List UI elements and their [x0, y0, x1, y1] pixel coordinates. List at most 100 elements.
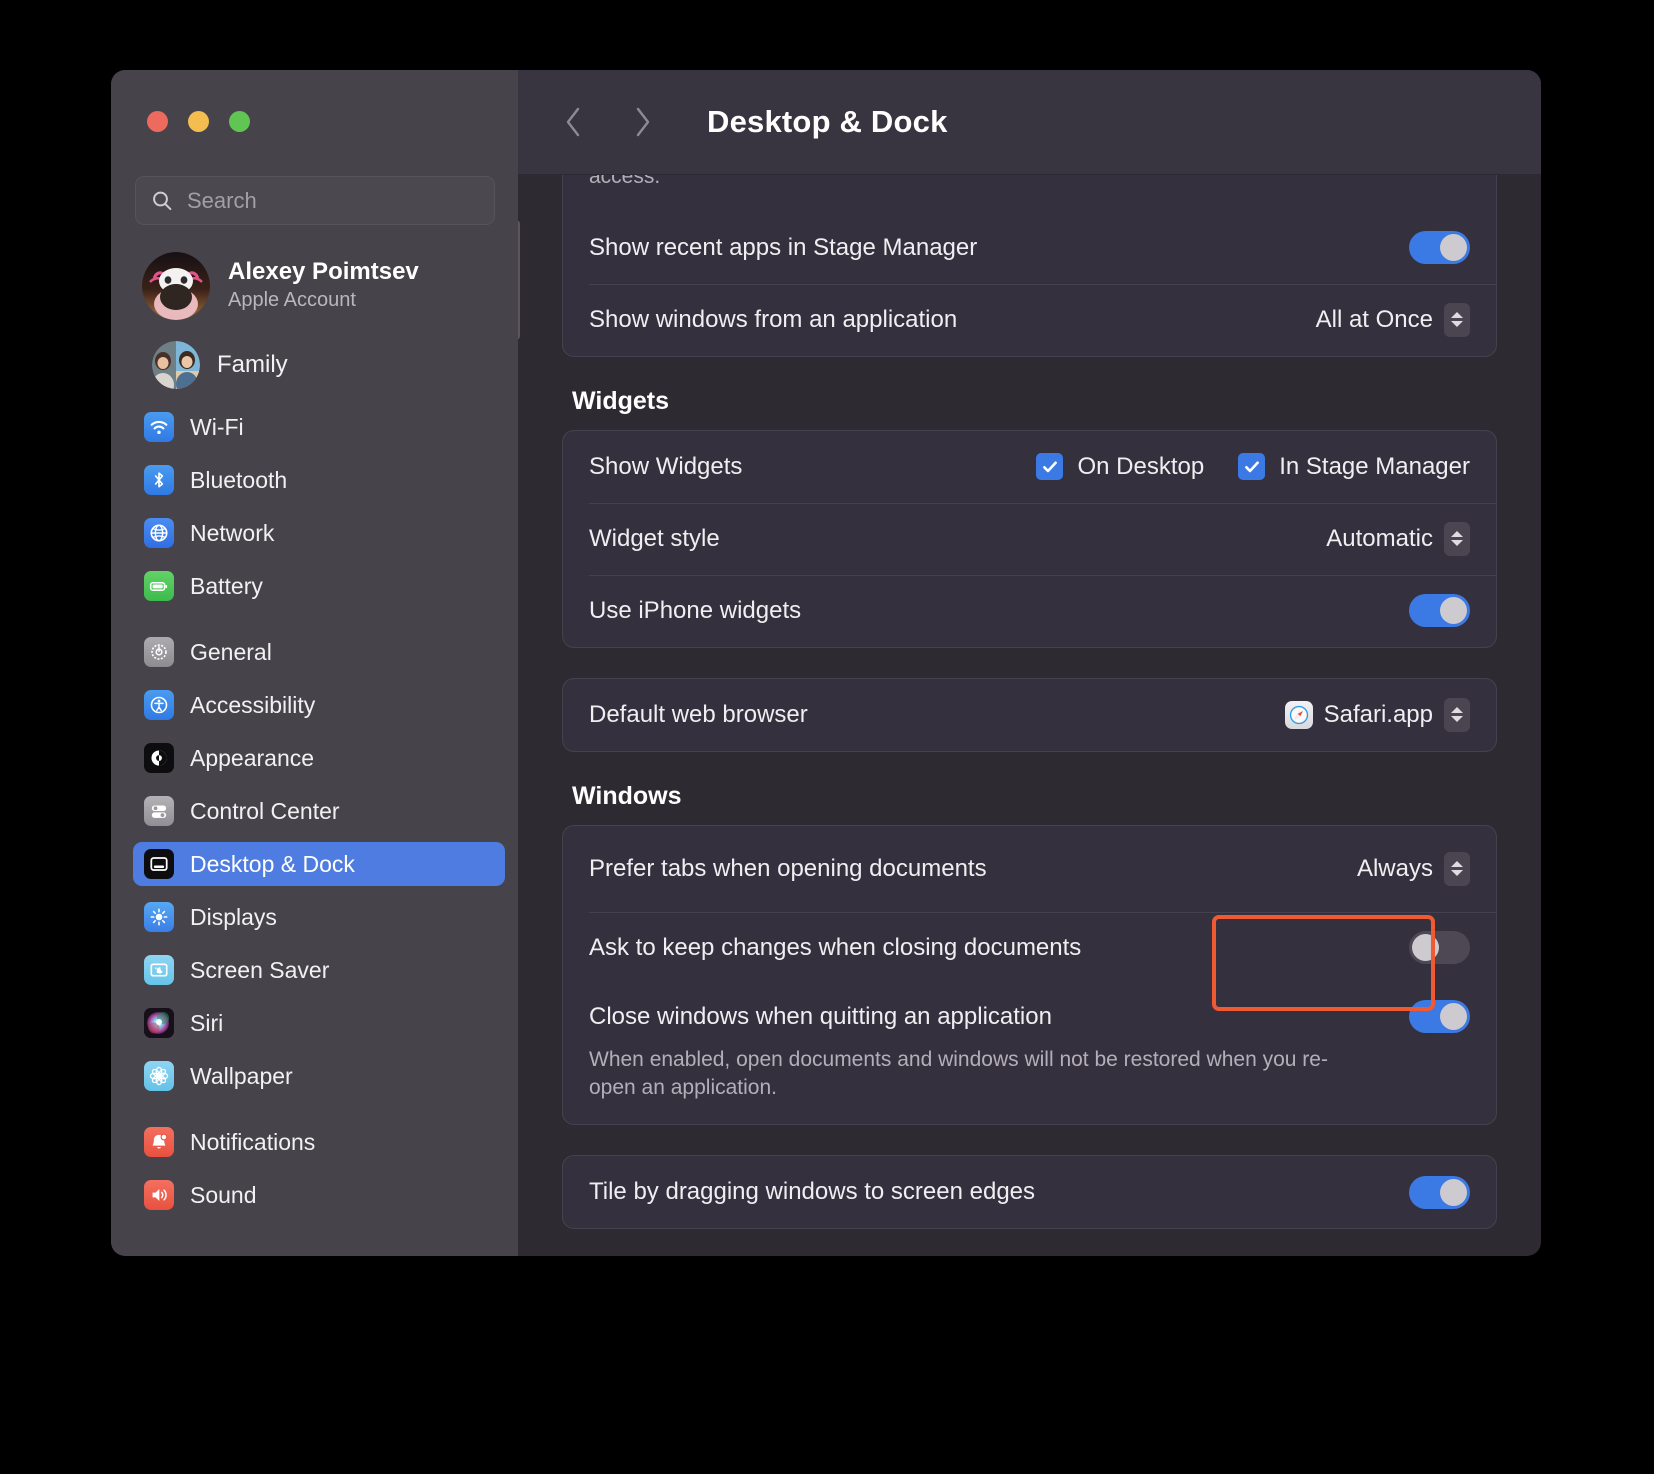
widget-style-popup[interactable]: Automatic — [1326, 522, 1470, 556]
row-close-windows-block: Close windows when quitting an applicati… — [563, 984, 1496, 1125]
toggle-knob — [1440, 597, 1467, 624]
sidebar-item-notifications[interactable]: Notifications — [133, 1120, 505, 1164]
tile-by-dragging-toggle[interactable] — [1409, 1176, 1470, 1209]
show-recent-apps-toggle[interactable] — [1409, 231, 1470, 264]
settings-scroll-content: Stage Manager arranges your recent windo… — [518, 70, 1541, 1256]
back-button[interactable] — [554, 97, 594, 147]
row-show-widgets[interactable]: Show Widgets On Desktop — [563, 431, 1496, 503]
screen-saver-icon — [144, 955, 174, 985]
checkbox-label: In Stage Manager — [1279, 453, 1470, 481]
zoom-button[interactable] — [229, 111, 250, 132]
row-ask-keep-changes[interactable]: Ask to keep changes when closing documen… — [563, 912, 1496, 984]
use-iphone-widgets-toggle[interactable] — [1409, 594, 1470, 627]
scroll-area[interactable]: Stage Manager arranges your recent windo… — [518, 118, 1541, 1200]
row-label: Tile by dragging windows to screen edges — [589, 1178, 1409, 1206]
sidebar-item-label: Accessibility — [190, 692, 315, 719]
close-windows-description: When enabled, open documents and windows… — [563, 1046, 1496, 1125]
row-close-windows-quitting[interactable]: Close windows when quitting an applicati… — [563, 988, 1496, 1046]
chevron-updown-icon[interactable] — [1444, 303, 1470, 337]
checkbox-label: On Desktop — [1077, 453, 1204, 481]
row-show-recent-apps[interactable]: Show recent apps in Stage Manager — [563, 212, 1496, 284]
brightness-icon — [144, 902, 174, 932]
sidebar-item-wi-fi[interactable]: Wi-Fi — [133, 405, 505, 449]
battery-icon — [144, 571, 174, 601]
apple-account-row[interactable]: Alexey Poimtsev Apple Account — [133, 247, 503, 325]
sidebar-item-label: Desktop & Dock — [190, 851, 355, 878]
row-use-iphone-widgets[interactable]: Use iPhone widgets — [563, 575, 1496, 647]
sidebar-item-label: Notifications — [190, 1129, 315, 1156]
accessibility-icon — [144, 690, 174, 720]
chevron-updown-icon[interactable] — [1444, 852, 1470, 886]
row-label: Widget style — [589, 525, 1326, 553]
show-widgets-in-stage-manager-check[interactable]: In Stage Manager — [1238, 453, 1470, 481]
search-field[interactable] — [135, 176, 495, 225]
sidebar-item-label: Wi-Fi — [190, 414, 244, 441]
show-widgets-on-desktop-check[interactable]: On Desktop — [1036, 453, 1204, 481]
desktop-dock-icon — [144, 849, 174, 879]
row-label: Close windows when quitting an applicati… — [589, 1003, 1409, 1031]
row-widget-style[interactable]: Widget style Automatic — [563, 503, 1496, 575]
popup-value: All at Once — [1316, 306, 1433, 334]
sidebar-item-siri[interactable]: Siri — [133, 1001, 505, 1045]
account-name: Alexey Poimtsev — [228, 258, 419, 286]
sidebar-item-general[interactable]: General — [133, 630, 505, 674]
wallpaper-icon — [144, 1061, 174, 1091]
chevron-updown-icon[interactable] — [1444, 698, 1470, 732]
search-icon — [150, 189, 174, 213]
row-show-windows-from-application[interactable]: Show windows from an application All at … — [563, 284, 1496, 356]
sidebar-item-label: Displays — [190, 904, 277, 931]
row-label: Show Widgets — [589, 453, 1002, 481]
sidebar-item-battery[interactable]: Battery — [133, 564, 505, 608]
sidebar-item-accessibility[interactable]: Accessibility — [133, 683, 505, 727]
sidebar-item-control-center[interactable]: Control Center — [133, 789, 505, 833]
row-label: Default web browser — [589, 701, 1285, 729]
sidebar-item-displays[interactable]: Displays — [133, 895, 505, 939]
tiling-card: Tile by dragging windows to screen edges — [562, 1155, 1497, 1229]
sidebar-item-screen-saver[interactable]: Screen Saver — [133, 948, 505, 992]
page-title: Desktop & Dock — [707, 104, 948, 140]
popup-value: Safari.app — [1324, 701, 1433, 729]
show-windows-popup[interactable]: All at Once — [1316, 303, 1470, 337]
row-label: Show windows from an application — [589, 306, 1316, 334]
appearance-icon — [144, 743, 174, 773]
sidebar-item-sound[interactable]: Sound — [133, 1173, 505, 1217]
sidebar-item-label: Wallpaper — [190, 1063, 293, 1090]
widgets-card: Show Widgets On Desktop — [562, 430, 1497, 648]
toggle-knob — [1440, 1003, 1467, 1030]
sidebar-item-bluetooth[interactable]: Bluetooth — [133, 458, 505, 502]
safari-icon — [1285, 701, 1313, 729]
nav-group-system: General Accessibility — [133, 630, 505, 1098]
checkbox-checked-icon[interactable] — [1036, 453, 1063, 480]
section-title-windows: Windows — [572, 782, 1497, 811]
sidebar-item-label: Siri — [190, 1010, 223, 1037]
bluetooth-icon — [144, 465, 174, 495]
family-row[interactable]: Family — [133, 338, 503, 392]
wifi-icon — [144, 412, 174, 442]
sidebar-item-label: Network — [190, 520, 274, 547]
sidebar-item-appearance[interactable]: Appearance — [133, 736, 505, 780]
sidebar-item-wallpaper[interactable]: Wallpaper — [133, 1054, 505, 1098]
chevron-updown-icon[interactable] — [1444, 522, 1470, 556]
sidebar: Alexey Poimtsev Apple Account — [111, 70, 518, 1256]
settings-nav-list: Wi-Fi Bluetooth — [133, 405, 505, 1239]
ask-keep-changes-toggle[interactable] — [1409, 931, 1470, 964]
speaker-icon — [144, 1180, 174, 1210]
row-default-web-browser[interactable]: Default web browser — [563, 679, 1496, 751]
popup-value: Always — [1357, 855, 1433, 883]
left-scroll-indicator[interactable] — [518, 220, 520, 340]
globe-icon — [144, 518, 174, 548]
sidebar-item-network[interactable]: Network — [133, 511, 505, 555]
checkbox-checked-icon[interactable] — [1238, 453, 1265, 480]
search-input[interactable] — [185, 187, 469, 215]
close-button[interactable] — [147, 111, 168, 132]
default-browser-popup[interactable]: Safari.app — [1285, 698, 1470, 732]
sidebar-item-desktop-and-dock[interactable]: Desktop & Dock — [133, 842, 505, 886]
row-prefer-tabs[interactable]: Prefer tabs when opening documents Alway… — [563, 826, 1496, 912]
control-center-icon — [144, 796, 174, 826]
close-windows-toggle[interactable] — [1409, 1000, 1470, 1033]
minimize-button[interactable] — [188, 111, 209, 132]
prefer-tabs-popup[interactable]: Always — [1357, 852, 1470, 886]
detail-pane: Desktop & Dock Stage Manager arranges yo… — [518, 70, 1541, 1256]
forward-button[interactable] — [622, 97, 662, 147]
row-tile-by-dragging[interactable]: Tile by dragging windows to screen edges — [563, 1156, 1496, 1228]
